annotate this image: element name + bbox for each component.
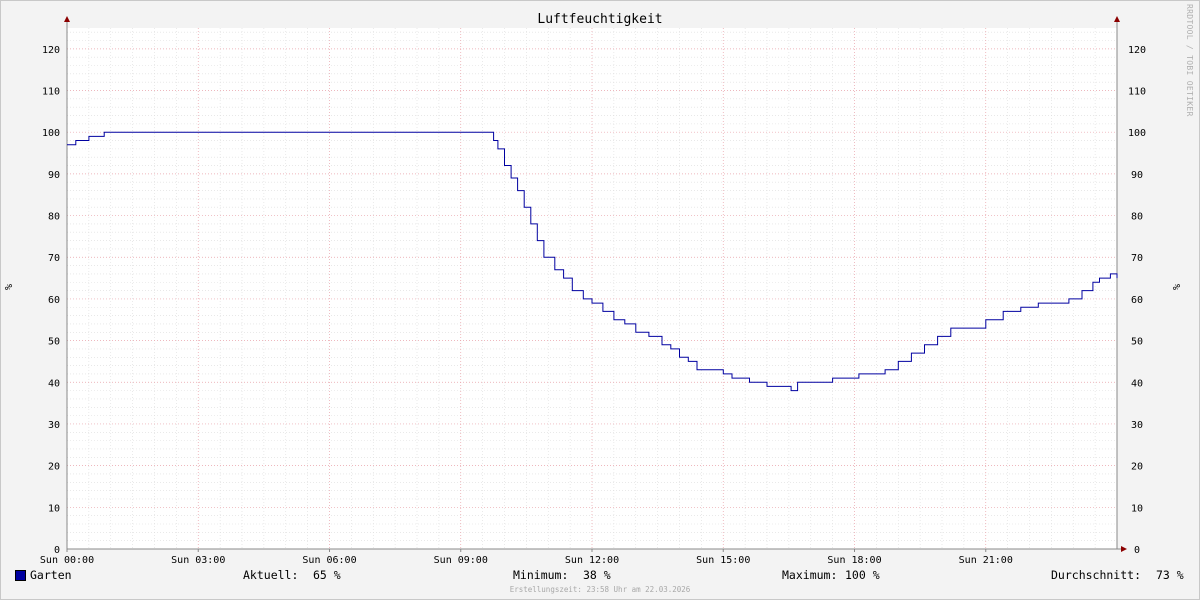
legend-current-label: Aktuell:: [243, 568, 299, 582]
y-axis-label-left: %: [4, 284, 15, 290]
x-axis-arrow: [1121, 546, 1127, 552]
x-tick-label: Sun 12:00: [565, 555, 619, 566]
x-tick-label: Sun 09:00: [434, 555, 488, 566]
legend-maximum-label: Maximum:: [782, 568, 838, 582]
y-ticks-left: 0102030405060708090100110120: [42, 45, 60, 556]
chart-svg: 0 10 20 30 40 50 60 70 80 90 100 110 120 0 10 20 30 40 50…: [4, 12, 1183, 566]
y-tick-label-left: 40: [48, 378, 60, 389]
x-ticks: Sun 00:00 Sun 03:00 Sun 06:00 Sun 09:00 Sun …: [40, 549, 1013, 566]
y-tick-label-right: 90: [1131, 170, 1143, 181]
footer-timestamp: Erstellungszeit: 23:58 Uhr am 22.03.2026: [509, 585, 691, 594]
y-tick-label-left: 10: [48, 503, 60, 514]
legend-series-name: Garten: [30, 568, 72, 582]
rrdtool-watermark: RRDTOOL / TOBI OETIKER: [1185, 4, 1194, 117]
y-tick-label-left: 80: [48, 212, 60, 223]
y-tick-label-right: 30: [1131, 420, 1143, 431]
y-tick-label-right: 10: [1131, 503, 1143, 514]
x-tick-label: Sun 15:00: [696, 555, 750, 566]
x-tick-label: Sun 21:00: [959, 555, 1013, 566]
x-tick-label: Sun 00:00: [40, 555, 94, 566]
y-tick-label-left: 60: [48, 295, 60, 306]
x-tick-label: Sun 03:00: [171, 555, 225, 566]
x-tick-label: Sun 06:00: [302, 555, 356, 566]
y-tick-label-left: 20: [48, 462, 60, 473]
y-tick-label-left: 120: [42, 45, 60, 56]
y-tick-label-left: 110: [42, 87, 60, 98]
y-tick-label-right: 50: [1131, 337, 1143, 348]
legend-swatch-garten: [15, 570, 26, 581]
y-tick-label-left: 70: [48, 253, 60, 264]
y-tick-label-right: 0: [1134, 545, 1140, 556]
y-axis-label-right: %: [1172, 284, 1183, 290]
legend-maximum-value: 100 %: [845, 568, 880, 582]
legend-average-label: Durchschnitt:: [1051, 568, 1142, 582]
y-tick-label-right: 60: [1131, 295, 1143, 306]
y-tick-label-right: 80: [1131, 212, 1143, 223]
y-tick-label-right: 120: [1128, 45, 1146, 56]
y-tick-label-left: 30: [48, 420, 60, 431]
x-tick-label: Sun 18:00: [827, 555, 881, 566]
legend-average-value: 73 %: [1156, 568, 1184, 582]
y-tick-label-right: 40: [1131, 378, 1143, 389]
y-axis-arrow-right: [1114, 16, 1120, 22]
y-axis-arrow-left: [64, 16, 70, 22]
y-tick-label-right: 110: [1128, 87, 1146, 98]
legend-current-value: 65 %: [313, 568, 341, 582]
y-tick-label-left: 50: [48, 337, 60, 348]
y-ticks-right: 0 10 20 30 40 50 60 70 80 90 100 110 120: [1128, 45, 1146, 556]
chart-title: Luftfeuchtigkeit: [537, 12, 662, 27]
y-tick-label-left: 90: [48, 170, 60, 181]
y-tick-label-left: 100: [42, 128, 60, 139]
legend-minimum-label: Minimum:: [513, 568, 569, 582]
y-tick-label-right: 70: [1131, 253, 1143, 264]
legend-minimum-value: 38 %: [583, 568, 611, 582]
y-tick-label-right: 20: [1131, 462, 1143, 473]
y-tick-label-right: 100: [1128, 128, 1146, 139]
